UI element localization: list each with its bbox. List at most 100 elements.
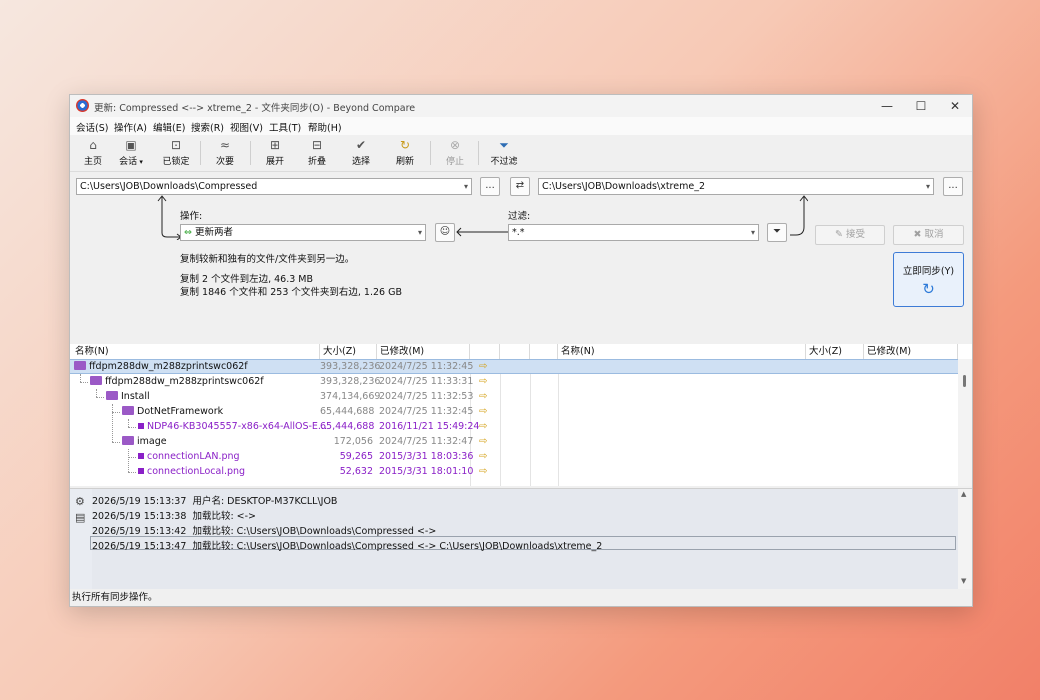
- log-entry: 2026/5/19 15:13:42 加载比较: C:\Users\JOB\Do…: [92, 526, 437, 537]
- table-row[interactable]: Install 374,134,669 2024/7/25 11:32:53 ⇨: [70, 389, 958, 404]
- menu-tools[interactable]: 工具(T): [269, 120, 301, 134]
- action-settings-button[interactable]: ☺: [435, 223, 455, 242]
- row-name: Install: [121, 391, 150, 402]
- table-row[interactable]: NDP46-KB3045557-x86-x64-AllOS-E... 65,44…: [70, 419, 958, 434]
- row-name: connectionLocal.png: [147, 466, 246, 477]
- sync-right-arrow-icon: ⇨: [479, 466, 488, 477]
- next-diff-button[interactable]: ≈ 次要: [212, 137, 238, 169]
- left-name-header[interactable]: 名称(N): [72, 344, 320, 359]
- sync-right-arrow-icon: ⇨: [479, 436, 488, 447]
- log-entry: 2026/5/19 15:13:37 用户名: DESKTOP-M37KCLL\…: [92, 496, 338, 507]
- expand-button[interactable]: ⊞ 展开: [262, 137, 288, 169]
- file-list-scrollbar[interactable]: [958, 359, 972, 486]
- table-row[interactable]: DotNetFramework 65,444,688 2024/7/25 11:…: [70, 404, 958, 419]
- left-modified-header[interactable]: 已修改(M): [377, 344, 470, 359]
- collapse-tree-icon: ⊟: [311, 138, 323, 152]
- close-button[interactable]: ✕: [938, 97, 972, 115]
- accept-button[interactable]: ✎ 接受: [815, 225, 885, 245]
- swap-sides-button[interactable]: ⇄: [510, 177, 530, 196]
- folder-icon: [122, 436, 134, 445]
- collapse-label: 折叠: [307, 157, 326, 167]
- maximize-button[interactable]: ☐: [904, 97, 938, 115]
- no-filter-button[interactable]: ⏷ 不过滤: [488, 137, 520, 169]
- chevron-down-icon: ▾: [463, 182, 468, 191]
- row-size: 172,056: [333, 436, 373, 447]
- row-modified: 2024/7/25 11:32:53: [379, 391, 474, 402]
- row-modified: 2015/3/31 18:03:36: [379, 451, 474, 462]
- row-size: 374,134,669: [320, 391, 381, 402]
- gear-icon[interactable]: ⚙: [75, 495, 85, 508]
- folder-icon: [90, 376, 102, 385]
- right-modified-header[interactable]: 已修改(M): [864, 344, 958, 359]
- filter-label: 过滤:: [508, 211, 531, 222]
- log-scrollbar[interactable]: ▲ ▼: [958, 489, 972, 589]
- gap-header: [530, 344, 558, 359]
- gap-header: [500, 344, 530, 359]
- funnel-icon: ⏷: [773, 226, 781, 237]
- collapse-button[interactable]: ⊟ 折叠: [304, 137, 330, 169]
- table-row[interactable]: ffdpm288dw_m288zprintswc062f 393,328,236…: [70, 374, 958, 389]
- folder-compare-panel: 名称(N) 大小(Z) 已修改(M) 名称(N) 大小(Z) 已修改(M) ff…: [70, 344, 972, 486]
- cancel-button[interactable]: ✖ 取消: [893, 225, 964, 245]
- row-modified: 2016/11/21 15:49:24: [379, 421, 480, 432]
- sync-now-button[interactable]: 立即同步(Y) ↻: [893, 252, 964, 307]
- locked-button[interactable]: ⊡ 已锁定: [160, 137, 192, 169]
- filter-combo[interactable]: *.* ▾: [508, 224, 759, 241]
- save-icon[interactable]: ▤: [75, 511, 85, 524]
- menu-help[interactable]: 帮助(H): [308, 120, 342, 134]
- left-path-combo[interactable]: C:\Users\JOB\Downloads\Compressed ▾: [76, 178, 472, 195]
- scroll-up-icon[interactable]: ▲: [961, 490, 966, 498]
- sync-right-arrow-icon: ⇨: [479, 421, 488, 432]
- scrollbar-thumb[interactable]: [963, 375, 966, 387]
- right-browse-button[interactable]: ...: [943, 177, 963, 196]
- stop-button[interactable]: ⊗ 停止: [442, 137, 468, 169]
- right-size-header[interactable]: 大小(Z): [806, 344, 864, 359]
- menu-session[interactable]: 会话(S): [76, 120, 108, 134]
- row-size: 65,444,688: [320, 421, 375, 432]
- left-size-header[interactable]: 大小(Z): [320, 344, 377, 359]
- file-icon: [138, 453, 144, 459]
- scroll-down-icon[interactable]: ▼: [961, 577, 966, 585]
- table-row[interactable]: connectionLocal.png 52,632 2015/3/31 18:…: [70, 464, 958, 479]
- row-modified: 2024/7/25 11:32:45: [379, 406, 474, 417]
- column-header: 名称(N) 大小(Z) 已修改(M) 名称(N) 大小(Z) 已修改(M): [70, 344, 972, 360]
- filter-settings-button[interactable]: ⏷: [767, 223, 787, 242]
- row-name: image: [137, 436, 167, 447]
- row-name: NDP46-KB3045557-x86-x64-AllOS-E...: [147, 421, 327, 432]
- locked-label: 已锁定: [162, 157, 190, 167]
- status-text: 执行所有同步操作。: [72, 592, 158, 603]
- briefcase-icon: ▣: [125, 138, 137, 152]
- swap-icon: ⇄: [515, 180, 525, 191]
- stop-icon: ⊗: [449, 138, 461, 152]
- left-browse-button[interactable]: ...: [480, 177, 500, 196]
- expand-tree-icon: ⊞: [269, 138, 281, 152]
- select-button[interactable]: ✔ 选择: [348, 137, 374, 169]
- sessions-button[interactable]: ▣ 会话 ▾: [114, 137, 148, 169]
- menu-search[interactable]: 搜索(R): [191, 120, 224, 134]
- row-name: connectionLAN.png: [147, 451, 240, 462]
- log-panel: ⚙ ▤ 2026/5/19 15:13:37 用户名: DESKTOP-M37K…: [70, 488, 972, 589]
- refresh-button[interactable]: ↻ 刷新: [392, 137, 418, 169]
- log-entry: 2026/5/19 15:13:47 加载比较: C:\Users\JOB\Do…: [92, 541, 603, 552]
- double-check-icon: ✔: [355, 138, 367, 152]
- action-combo[interactable]: ⇔ 更新两者 ▾: [180, 224, 426, 241]
- minimize-button[interactable]: —: [870, 97, 904, 115]
- action-label: 操作:: [180, 211, 203, 222]
- beyond-compare-logo-icon: [76, 99, 89, 112]
- menu-edit[interactable]: 编辑(E): [153, 120, 185, 134]
- menu-actions[interactable]: 操作(A): [114, 120, 147, 134]
- status-bar: 执行所有同步操作。: [70, 590, 972, 606]
- menu-view[interactable]: 视图(V): [230, 120, 263, 134]
- summary-right: 复制 1846 个文件和 253 个文件夹到右边, 1.26 GB: [180, 287, 402, 298]
- home-button[interactable]: ⌂ 主页: [80, 137, 106, 169]
- log-entry: 2026/5/19 15:13:38 加载比较: <->: [92, 511, 257, 522]
- right-path-value: C:\Users\JOB\Downloads\xtreme_2: [542, 181, 705, 192]
- right-name-header[interactable]: 名称(N): [558, 344, 806, 359]
- folder-icon: [74, 361, 86, 370]
- sync-now-label: 立即同步(Y): [902, 266, 955, 277]
- right-path-combo[interactable]: C:\Users\JOB\Downloads\xtreme_2 ▾: [538, 178, 934, 195]
- table-row[interactable]: connectionLAN.png 59,265 2015/3/31 18:03…: [70, 449, 958, 464]
- table-row[interactable]: image 172,056 2024/7/25 11:32:47 ⇨: [70, 434, 958, 449]
- table-row[interactable]: ffdpm288dw_m288zprintswc062f 393,328,236…: [70, 359, 958, 374]
- menu-bar: 会话(S) 操作(A) 编辑(E) 搜索(R) 视图(V) 工具(T) 帮助(H…: [70, 117, 972, 135]
